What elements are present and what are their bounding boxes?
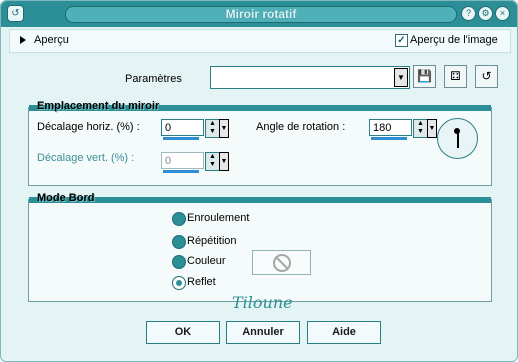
preview-image-label: Aperçu de l'image: [410, 34, 498, 46]
help-button[interactable]: Aide: [307, 321, 381, 344]
ok-button[interactable]: OK: [146, 321, 220, 344]
preset-dropdown-arrow[interactable]: ▼: [394, 68, 408, 87]
window-title: Miroir rotatif: [65, 6, 457, 23]
preset-dropdown[interactable]: ▼: [210, 66, 410, 89]
rotation-stepper[interactable]: ▲ ▼: [413, 119, 428, 138]
settings-icon[interactable]: ⚙: [478, 6, 493, 21]
h-offset-label: Décalage horiz. (%) :: [37, 121, 140, 133]
save-preset-icon[interactable]: 💾: [413, 65, 436, 88]
mirror-group-title: Emplacement du miroir: [37, 100, 160, 112]
preview-label: Aperçu: [34, 34, 69, 46]
cancel-button[interactable]: Annuler: [226, 321, 300, 344]
radio-wrap[interactable]: [172, 212, 186, 226]
mirror-group: Emplacement du miroir Décalage horiz. (%…: [28, 100, 492, 186]
no-color-icon: [273, 254, 291, 272]
rotation-spinner[interactable]: 180 ▲ ▼ ▼: [369, 119, 437, 140]
angle-dial[interactable]: [437, 118, 478, 159]
radio-color[interactable]: [172, 255, 186, 269]
v-offset-dropdown: ▼: [219, 152, 229, 171]
v-offset-spinner: 0 ▲ ▼ ▼: [161, 152, 229, 173]
rotation-slider[interactable]: [371, 137, 407, 140]
dial-needle: [457, 130, 459, 148]
radio-repeat-label[interactable]: Répétition: [187, 235, 237, 247]
v-offset-input: 0: [161, 152, 204, 169]
edge-mode-title: Mode Bord: [37, 192, 95, 204]
v-offset-label: Décalage vert. (%) :: [37, 152, 135, 164]
close-icon[interactable]: ×: [495, 6, 510, 21]
rotation-label: Angle de rotation :: [256, 121, 346, 133]
v-offset-stepper: ▲ ▼: [205, 152, 220, 171]
radio-color-label[interactable]: Couleur: [187, 255, 226, 267]
randomize-icon[interactable]: ⚃: [444, 65, 467, 88]
h-offset-dropdown[interactable]: ▼: [219, 119, 229, 138]
radio-reflect[interactable]: [172, 276, 186, 290]
help-icon[interactable]: ?: [461, 6, 476, 21]
preview-toggle-row[interactable]: Aperçu ✓ Aperçu de l'image: [9, 29, 511, 53]
h-offset-spinner[interactable]: 0 ▲ ▼ ▼: [161, 119, 229, 140]
rotation-dropdown[interactable]: ▼: [427, 119, 437, 138]
radio-reflect-label[interactable]: Reflet: [187, 276, 216, 288]
window-menu-icon[interactable]: ↺: [7, 5, 24, 22]
dialog-window: ↺ Miroir rotatif ? ⚙ × Aperçu ✓ Aperçu d…: [0, 0, 518, 362]
rotation-input[interactable]: 180: [369, 119, 412, 136]
reset-icon[interactable]: ↺: [475, 65, 498, 88]
radio-repeat[interactable]: [172, 235, 186, 249]
h-offset-input[interactable]: 0: [161, 119, 204, 136]
group-header-bar: [29, 197, 491, 203]
color-swatch[interactable]: [252, 250, 311, 275]
parameters-label: Paramètres: [125, 73, 182, 85]
expand-arrow-icon[interactable]: [20, 36, 26, 44]
h-offset-stepper[interactable]: ▲ ▼: [205, 119, 220, 138]
v-offset-slider: [163, 170, 199, 173]
preview-image-checkbox[interactable]: ✓: [395, 34, 408, 47]
h-offset-slider[interactable]: [163, 137, 199, 140]
radio-wrap-label[interactable]: Enroulement: [187, 212, 249, 224]
signature-watermark: Tiloune: [232, 293, 293, 312]
title-bar: ↺ Miroir rotatif ? ⚙ ×: [1, 1, 517, 27]
